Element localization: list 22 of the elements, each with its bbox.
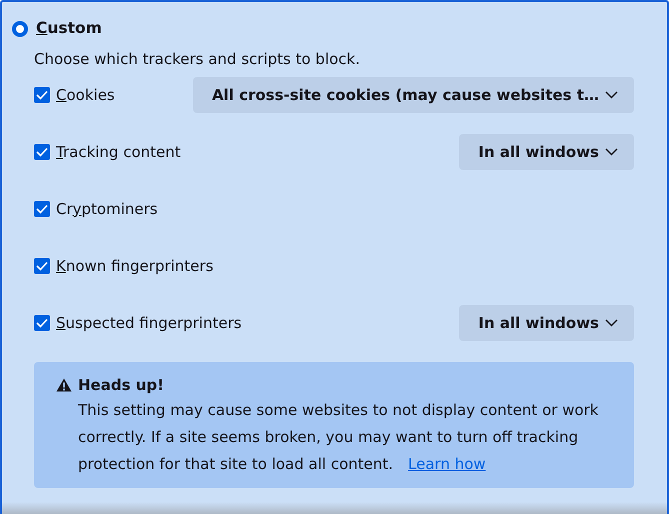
checkbox[interactable] bbox=[34, 314, 50, 331]
radio-button[interactable] bbox=[12, 20, 28, 37]
dropdown-button[interactable]: In all windows bbox=[459, 134, 634, 170]
checkbox-label: Known fingerprinters bbox=[56, 256, 214, 276]
chevron-down-icon bbox=[605, 90, 618, 99]
notice-title: Heads up! bbox=[78, 374, 164, 396]
chevron-down-icon bbox=[605, 318, 618, 327]
notice-text: This setting may cause some websites to not display content or work correctly. If a site seems broken, you may want to turn off tracking protection for that site to load all content. Learn how bbox=[78, 400, 600, 476]
checkbox[interactable] bbox=[34, 86, 50, 103]
chevron-down-icon bbox=[605, 148, 618, 156]
checkbox[interactable] bbox=[34, 144, 50, 160]
dropdown-button[interactable]: In all windows bbox=[459, 304, 634, 341]
checkbox-label: Cookies bbox=[56, 84, 116, 106]
dropdown-button[interactable]: All cross-site cookies (may cause websites t… bbox=[192, 76, 634, 113]
checkbox-label: Cryptominers bbox=[56, 198, 159, 220]
description-text: Choose which trackers and scripts to block. bbox=[33, 49, 361, 70]
checkbox[interactable] bbox=[34, 258, 50, 274]
option-label: Custom bbox=[36, 18, 102, 39]
checkbox-label: Suspected fingerprinters bbox=[56, 312, 243, 334]
checkbox[interactable] bbox=[34, 200, 50, 217]
warning-icon bbox=[56, 378, 72, 392]
checkbox-label: Tracking content bbox=[56, 142, 182, 162]
